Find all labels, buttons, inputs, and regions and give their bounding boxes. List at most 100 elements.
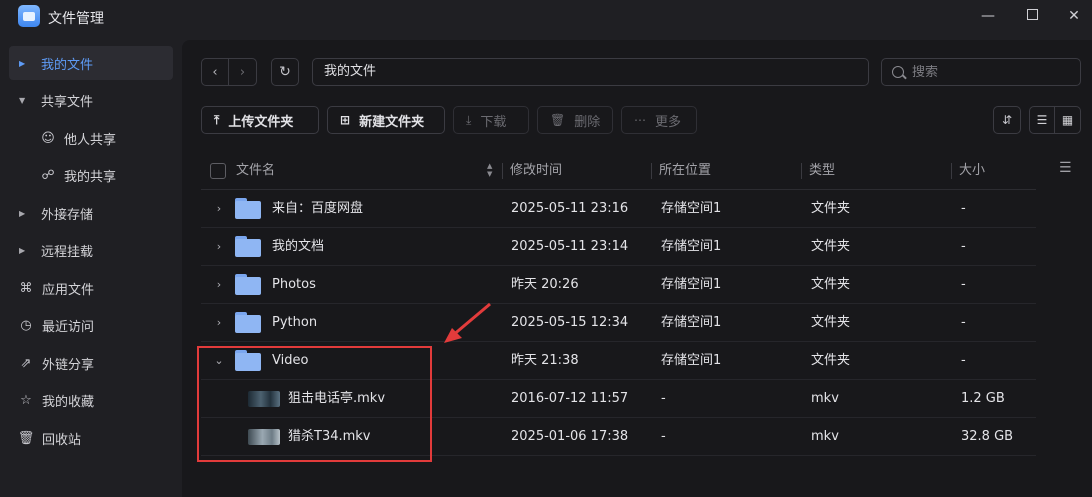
location: 存储空间1	[661, 239, 722, 254]
sidebar-item-8[interactable]: ⇗ 外链分享	[9, 346, 173, 380]
header-location[interactable]: 所在位置	[659, 152, 711, 190]
close-button[interactable]: ✕	[1062, 6, 1086, 26]
modified-time: 2025-05-11 23:16	[511, 201, 629, 216]
location: 存储空间1	[661, 201, 722, 216]
path-bar[interactable]: 我的文件	[312, 58, 869, 86]
sidebar-item-label: 外接存储	[41, 207, 94, 223]
sidebar-item-7[interactable]: ◷ 最近访问	[9, 309, 173, 343]
upload-folder-button[interactable]: ⤒ 上传文件夹	[201, 106, 319, 134]
share-icon: ☍	[41, 168, 55, 183]
file-size: -	[961, 315, 966, 330]
table-row[interactable]: › Photos 昨天 20:26 存储空间1 文件夹 -	[201, 266, 1036, 304]
sidebar-item-label: 他人共享	[64, 132, 117, 148]
sidebar-item-0[interactable]: ▶ 我的文件	[9, 46, 173, 80]
file-name: Photos	[272, 277, 316, 292]
sidebar-item-6[interactable]: ⌘ 应用文件	[9, 271, 173, 305]
more-button[interactable]: ⋯ 更多	[621, 106, 697, 134]
caret-right-icon[interactable]: ▶	[19, 209, 31, 218]
refresh-button[interactable]: ↻	[271, 58, 299, 86]
grid-view-button[interactable]: ▦	[1055, 107, 1080, 133]
caret-down-icon[interactable]: ▼	[19, 96, 31, 105]
search-box[interactable]	[881, 58, 1081, 86]
folder-icon	[235, 236, 261, 257]
modified-time: 2025-05-11 23:14	[511, 239, 629, 254]
modified-time: 昨天 21:38	[511, 353, 579, 368]
sidebar-item-label: 应用文件	[42, 282, 95, 298]
table-header: 文件名 ▲ ▼ 修改时间 所在位置 类型 大小	[201, 152, 1036, 190]
chevron-right-icon[interactable]: ›	[213, 190, 225, 228]
caret-right-icon[interactable]: ▶	[19, 59, 31, 68]
sidebar-item-5[interactable]: ▶ 远程挂载	[9, 234, 173, 268]
clock-icon: ◷	[20, 318, 32, 333]
chevron-right-icon[interactable]: ›	[213, 304, 225, 342]
table-row[interactable]: › Python 2025-05-15 12:34 存储空间1 文件夹 -	[201, 304, 1036, 342]
download-icon: ⤓	[466, 112, 472, 127]
location: 存储空间1	[661, 315, 722, 330]
sidebar-item-label: 共享文件	[41, 95, 94, 110]
header-name[interactable]: 文件名	[236, 152, 275, 190]
search-input[interactable]	[912, 64, 1062, 80]
list-icon: ☰	[1036, 113, 1048, 127]
chevron-right-icon[interactable]: ›	[213, 228, 225, 266]
file-name: 来自：百度网盘	[272, 201, 364, 216]
column-settings-icon[interactable]: ☰	[1059, 160, 1072, 176]
new-folder-button[interactable]: ⊞ 新建文件夹	[327, 106, 445, 134]
forward-button[interactable]: ›	[229, 59, 256, 85]
modified-time: 2025-05-15 12:34	[511, 315, 629, 330]
delete-button[interactable]: 🗑 删除	[537, 106, 613, 134]
chevron-right-icon: ›	[239, 64, 246, 80]
header-size[interactable]: 大小	[959, 152, 985, 190]
select-all-checkbox[interactable]	[210, 163, 226, 179]
download-button[interactable]: ⤓ 下载	[453, 106, 529, 134]
star-icon: ☆	[20, 393, 32, 408]
search-icon	[892, 66, 904, 78]
upload-folder-label: 上传文件夹	[228, 114, 294, 130]
apps-icon: ⌘	[19, 280, 33, 296]
sidebar-item-9[interactable]: ☆ 我的收藏	[9, 384, 173, 418]
sidebar: ▶ 我的文件 ▼ 共享文件 ☺ 他人共享 ☍ 我的共享 ▶ 外接存储 ▶ 远程挂载 ⌘ 应用文件 ◷ 最近访问…	[0, 40, 182, 497]
more-label: 更多	[655, 114, 682, 130]
sidebar-item-1[interactable]: ▼ 共享文件	[9, 84, 173, 118]
folder-icon	[235, 312, 261, 333]
upload-icon: ⤒	[214, 112, 220, 127]
trash-icon: 🗑	[550, 113, 566, 127]
file-size: 32.8 GB	[961, 429, 1014, 444]
list-view-button[interactable]: ☰	[1030, 107, 1056, 133]
table-row[interactable]: › 来自：百度网盘 2025-05-11 23:16 存储空间1 文件夹 -	[201, 190, 1036, 228]
maximize-icon	[1026, 9, 1038, 20]
chevron-right-icon[interactable]: ›	[213, 266, 225, 304]
back-button[interactable]: ‹	[202, 59, 230, 85]
caret-right-icon[interactable]: ▶	[19, 246, 31, 255]
file-type: 文件夹	[811, 239, 851, 254]
table-row[interactable]: › 我的文档 2025-05-11 23:14 存储空间1 文件夹 -	[201, 228, 1036, 266]
sort-arrows-icon[interactable]: ▲ ▼	[487, 162, 492, 178]
app-logo-icon	[18, 5, 40, 27]
delete-label: 删除	[574, 114, 601, 130]
new-folder-icon: ⊞	[340, 113, 351, 127]
sidebar-item-10[interactable]: 🗑 回收站	[9, 421, 173, 455]
sort-button[interactable]: ⇵	[993, 106, 1021, 134]
file-size: 1.2 GB	[961, 391, 1005, 406]
file-size: -	[961, 277, 966, 292]
file-type: 文件夹	[811, 277, 851, 292]
maximize-button[interactable]	[1020, 6, 1044, 26]
sidebar-item-4[interactable]: ▶ 外接存储	[9, 196, 173, 230]
sidebar-item-label: 回收站	[42, 432, 82, 448]
more-icon: ⋯	[634, 113, 646, 127]
trash-icon: 🗑	[17, 430, 35, 446]
minimize-button[interactable]: —	[976, 6, 1000, 26]
header-modified[interactable]: 修改时间	[510, 152, 562, 190]
file-type: 文件夹	[811, 315, 851, 330]
sidebar-item-2[interactable]: ☺ 他人共享	[9, 121, 173, 155]
refresh-icon: ↻	[279, 64, 291, 80]
sidebar-item-3[interactable]: ☍ 我的共享	[9, 159, 173, 193]
annotation-arrow-icon	[444, 302, 491, 343]
folder-icon	[235, 274, 261, 295]
annotation-highlight-box	[197, 346, 432, 462]
history-nav: ‹ ›	[201, 58, 257, 86]
file-size: -	[961, 353, 966, 368]
file-name: 我的文档	[272, 239, 325, 254]
modified-time: 昨天 20:26	[511, 277, 579, 292]
header-type[interactable]: 类型	[809, 152, 835, 190]
title-bar: 文件管理 — ✕	[0, 0, 1092, 34]
